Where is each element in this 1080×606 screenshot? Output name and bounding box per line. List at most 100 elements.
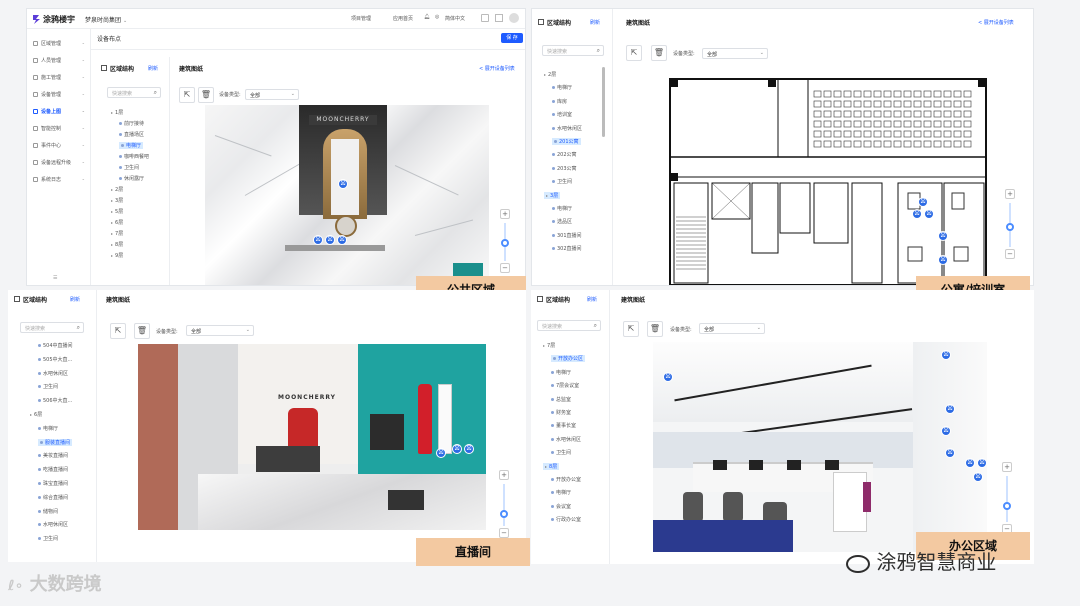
group-selector[interactable]: 梦泉时尚集团 ⌄ <box>85 15 127 24</box>
zoom-out-button[interactable]: − <box>499 528 509 538</box>
tree-item[interactable]: 休闲露厅 <box>119 175 144 182</box>
search-input[interactable]: 快速搜索 ⌕ <box>542 45 604 56</box>
tree-item[interactable]: 选品区 <box>552 218 572 225</box>
tree-item[interactable]: 培训室 <box>552 111 572 118</box>
tree-item[interactable]: 电梯厅 <box>551 489 571 496</box>
tree-item[interactable]: 美妆直播间 <box>38 452 68 459</box>
delete-button[interactable]: 🗑︎ <box>651 45 667 61</box>
tree-item[interactable]: 开放办公区 <box>551 355 586 363</box>
tree-item[interactable]: 卫生间 <box>38 535 58 542</box>
expand-device-list-link[interactable]: < 展开设备列表 <box>978 19 1014 26</box>
tree-item[interactable]: 电梯厅 <box>552 205 572 212</box>
tree-item[interactable]: 储物间 <box>38 508 58 515</box>
save-button[interactable]: 保 存 <box>501 33 523 43</box>
zoom-out-button[interactable]: − <box>1005 249 1015 259</box>
tree-item[interactable]: 直播场区 <box>119 131 144 138</box>
device-type-select[interactable]: 全部 ⌄ <box>186 325 254 336</box>
device-type-select[interactable]: 全部 ⌄ <box>702 48 768 59</box>
zoom-control[interactable]: + − <box>1004 189 1016 261</box>
refresh-link[interactable]: 刷新 <box>590 19 600 26</box>
tree-item[interactable]: 卫生间 <box>551 449 571 456</box>
device-pin[interactable]: ⛝ <box>464 444 474 454</box>
device-pin[interactable]: ⛝ <box>452 444 462 454</box>
avatar[interactable] <box>509 13 519 23</box>
tree-group[interactable]: ▸ 8层 <box>543 462 560 470</box>
floor-plan-image[interactable]: MOONCHERRY <box>138 344 486 530</box>
device-pin[interactable]: ⛝ <box>436 448 446 458</box>
bell-icon[interactable]: 🔔︎ <box>424 14 430 20</box>
search-input[interactable]: 快速搜索 ⌕ <box>20 322 84 333</box>
tree-item[interactable]: 会议室 <box>551 503 571 510</box>
window-icon[interactable] <box>481 14 489 22</box>
menu-item[interactable]: 人员管理 ⌄ <box>27 54 91 68</box>
tree-group[interactable]: ▸ 2层 <box>111 186 123 193</box>
tree-group[interactable]: ▸ 7层 <box>111 230 123 237</box>
tree-item[interactable]: 电梯厅 <box>551 369 571 376</box>
zoom-in-button[interactable]: + <box>500 209 510 219</box>
device-pin[interactable]: ⛝ <box>938 231 948 241</box>
tree-item[interactable]: 服装直播间 <box>38 438 73 446</box>
tree-item[interactable]: 吃播直播间 <box>38 466 68 473</box>
tree-item[interactable]: 电梯厅 <box>38 425 58 432</box>
tree-item[interactable]: 水吧休闲区 <box>552 125 582 132</box>
tree-item[interactable]: 卫生间 <box>38 383 58 390</box>
refresh-link[interactable]: 刷新 <box>148 65 158 72</box>
menu-item[interactable]: 系统日志 ⌄ <box>27 173 91 187</box>
menu-item[interactable]: 设备上图 ⌄ <box>27 105 91 119</box>
device-pin[interactable]: ⛝ <box>965 458 975 468</box>
device-pin[interactable]: ⛝ <box>337 235 347 245</box>
tree-item[interactable]: 水吧休闲区 <box>38 521 68 528</box>
tree-group[interactable]: ▸ 5层 <box>111 208 123 215</box>
device-pin[interactable]: ⛝ <box>924 209 934 219</box>
tree-group[interactable]: ▸ 7层 <box>543 342 555 349</box>
device-pin[interactable]: ⛝ <box>938 255 948 265</box>
zoom-control[interactable]: + − <box>499 209 511 275</box>
tree-item[interactable]: 电梯厅 <box>119 142 144 149</box>
globe-icon[interactable]: ◎ <box>435 14 439 20</box>
device-pin[interactable]: ⛝ <box>941 426 951 436</box>
language-switch[interactable]: 简体中文 <box>445 15 465 22</box>
tree-item[interactable]: 卫生间 <box>119 164 139 171</box>
tree-item[interactable]: 504中直播间 <box>38 342 73 349</box>
device-pin[interactable]: ⛝ <box>945 448 955 458</box>
zoom-in-button[interactable]: + <box>1002 462 1012 472</box>
zoom-slider-knob[interactable] <box>1003 502 1011 510</box>
floor-plan-image[interactable]: MOONCHERRY <box>205 105 489 285</box>
search-input[interactable]: 快速搜索 ⌕ <box>537 320 601 331</box>
tree-scrollbar[interactable] <box>602 67 605 137</box>
expand-device-list-link[interactable]: < 展开设备列表 <box>479 65 515 72</box>
device-pin[interactable]: ⛝ <box>912 209 922 219</box>
tree-group[interactable]: ▸ 3层 <box>111 197 123 204</box>
tree-item[interactable]: 水吧休闲区 <box>38 370 68 377</box>
tree-group[interactable]: ▸ 9层 <box>111 252 123 259</box>
zoom-slider-knob[interactable] <box>500 510 508 518</box>
zoom-slider-knob[interactable] <box>501 239 509 247</box>
tree-item[interactable]: 7层会议室 <box>551 382 579 389</box>
tree-group[interactable]: ▸ 3层 <box>544 191 561 199</box>
tree-item[interactable]: 行政办公室 <box>551 516 581 523</box>
menu-item[interactable]: 施工管理 ⌄ <box>27 71 91 85</box>
tree-item[interactable]: 珠宝直播间 <box>38 480 68 487</box>
select-tool-button[interactable]: ⇱ <box>179 87 195 103</box>
tree-group[interactable]: ▸ 6层 <box>30 411 42 418</box>
collapse-menu-icon[interactable]: ☰ <box>53 275 57 281</box>
tree-item[interactable]: 总监室 <box>551 396 571 403</box>
device-pin[interactable]: ⛝ <box>325 235 335 245</box>
tree-group[interactable]: ▸ 8层 <box>111 241 123 248</box>
refresh-link[interactable]: 刷新 <box>587 296 597 303</box>
zoom-control[interactable]: + − <box>498 470 510 540</box>
tree-group[interactable]: ▸ 1层 <box>111 109 123 116</box>
zoom-out-button[interactable]: − <box>500 263 510 273</box>
zoom-control[interactable]: + − <box>1001 462 1013 538</box>
device-type-select[interactable]: 全部 ⌄ <box>699 323 765 334</box>
tree-item[interactable]: 301直播间 <box>552 232 582 239</box>
tree-item[interactable]: 综合直播间 <box>38 494 68 501</box>
top-menu-project[interactable]: 项目管理 <box>351 15 371 22</box>
device-pin[interactable]: ⛝ <box>313 235 323 245</box>
top-menu-home[interactable]: 应用首页 <box>393 15 413 22</box>
tree-item[interactable]: 咖啡西餐吧 <box>119 153 149 160</box>
menu-item[interactable]: 设备远程升级 ⌄ <box>27 156 91 170</box>
menu-item[interactable]: 区域管理 ⌄ <box>27 37 91 51</box>
tree-group[interactable]: ▸ 6层 <box>111 219 123 226</box>
device-type-select[interactable]: 全部 ⌄ <box>245 89 299 100</box>
